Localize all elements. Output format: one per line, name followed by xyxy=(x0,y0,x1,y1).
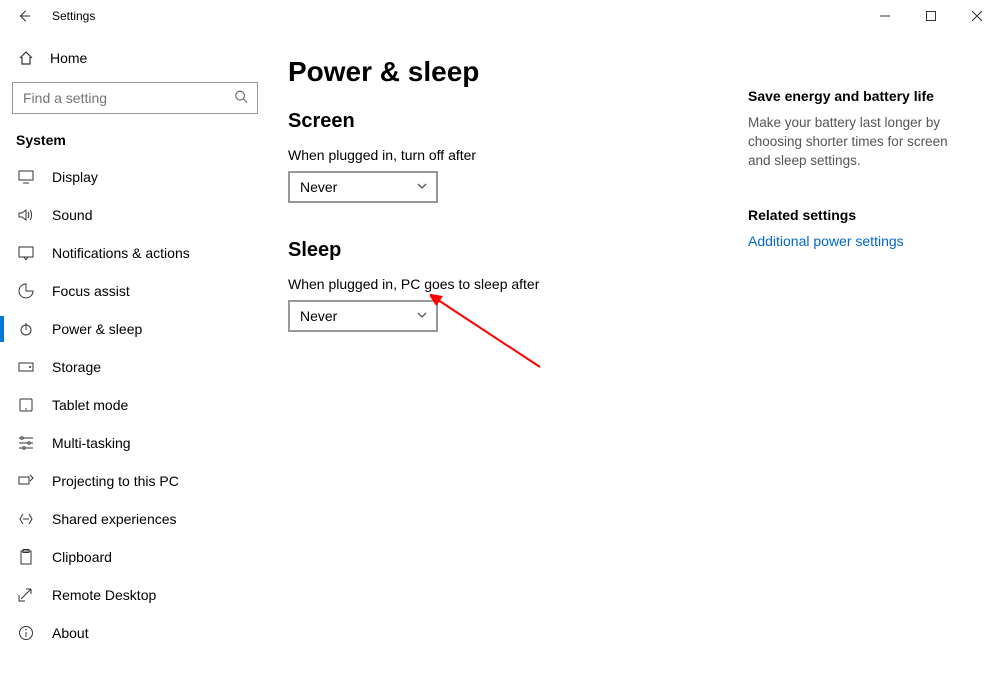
chevron-down-icon xyxy=(416,179,428,195)
back-button[interactable] xyxy=(12,4,36,28)
sidebar-item-multitasking[interactable]: Multi-tasking xyxy=(0,424,270,462)
screen-field-label: When plugged in, turn off after xyxy=(288,147,748,163)
minimize-icon xyxy=(880,11,890,21)
remote-desktop-icon xyxy=(16,588,36,602)
aside-panel: Save energy and battery life Make your b… xyxy=(748,56,958,684)
sidebar-item-about[interactable]: About xyxy=(0,614,270,652)
sound-icon xyxy=(16,208,36,222)
screen-timeout-dropdown[interactable]: Never xyxy=(288,171,438,203)
home-icon xyxy=(16,50,36,66)
sidebar-item-power-sleep[interactable]: Power & sleep xyxy=(0,310,270,348)
energy-heading: Save energy and battery life xyxy=(748,88,958,104)
sleep-timeout-dropdown[interactable]: Never xyxy=(288,300,438,332)
energy-text: Make your battery last longer by choosin… xyxy=(748,114,958,171)
maximize-button[interactable] xyxy=(908,0,954,32)
related-heading: Related settings xyxy=(748,207,958,223)
clipboard-icon xyxy=(16,549,36,565)
sidebar-item-label: Focus assist xyxy=(52,283,130,299)
sleep-timeout-value: Never xyxy=(300,308,337,324)
notifications-icon xyxy=(16,246,36,260)
about-icon xyxy=(16,625,36,641)
home-nav[interactable]: Home xyxy=(0,40,270,76)
page-title: Power & sleep xyxy=(288,56,748,88)
sidebar-item-clipboard[interactable]: Clipboard xyxy=(0,538,270,576)
maximize-icon xyxy=(926,11,936,21)
sidebar-item-label: Notifications & actions xyxy=(52,245,190,261)
sidebar-item-label: Shared experiences xyxy=(52,511,177,527)
window-title: Settings xyxy=(52,9,95,23)
sidebar-item-label: Tablet mode xyxy=(52,397,128,413)
sidebar-item-label: Sound xyxy=(52,207,92,223)
additional-power-settings-link[interactable]: Additional power settings xyxy=(748,233,958,249)
tablet-icon xyxy=(16,398,36,412)
titlebar: Settings xyxy=(0,0,1000,32)
sidebar-item-label: Storage xyxy=(52,359,101,375)
multitasking-icon xyxy=(16,436,36,450)
sidebar-item-tablet-mode[interactable]: Tablet mode xyxy=(0,386,270,424)
sidebar-item-label: Clipboard xyxy=(52,549,112,565)
sidebar-item-display[interactable]: Display xyxy=(0,158,270,196)
chevron-down-icon xyxy=(416,308,428,324)
search-container xyxy=(12,82,258,114)
sidebar-item-storage[interactable]: Storage xyxy=(0,348,270,386)
sidebar-item-remote-desktop[interactable]: Remote Desktop xyxy=(0,576,270,614)
storage-icon xyxy=(16,362,36,372)
focus-assist-icon xyxy=(16,283,36,299)
sidebar-item-label: About xyxy=(52,625,89,641)
sidebar-item-label: Multi-tasking xyxy=(52,435,131,451)
minimize-button[interactable] xyxy=(862,0,908,32)
sidebar-item-notifications[interactable]: Notifications & actions xyxy=(0,234,270,272)
category-heading: System xyxy=(0,126,270,158)
back-arrow-icon xyxy=(17,9,31,23)
display-icon xyxy=(16,170,36,184)
power-icon xyxy=(16,321,36,337)
section-sleep-heading: Sleep xyxy=(288,239,748,262)
sidebar-item-label: Power & sleep xyxy=(52,321,142,337)
main-panel: Power & sleep Screen When plugged in, tu… xyxy=(270,32,1000,684)
sidebar-item-sound[interactable]: Sound xyxy=(0,196,270,234)
sidebar-item-label: Display xyxy=(52,169,98,185)
projecting-icon xyxy=(16,474,36,488)
sidebar-item-label: Remote Desktop xyxy=(52,587,156,603)
window-controls xyxy=(862,0,1000,32)
sidebar-item-label: Projecting to this PC xyxy=(52,473,179,489)
section-screen-heading: Screen xyxy=(288,110,748,133)
home-label: Home xyxy=(50,50,87,66)
sidebar-item-projecting[interactable]: Projecting to this PC xyxy=(0,462,270,500)
content: Power & sleep Screen When plugged in, tu… xyxy=(288,56,748,684)
search-input[interactable] xyxy=(12,82,258,114)
close-button[interactable] xyxy=(954,0,1000,32)
sidebar: Home System Display Sound Notifications … xyxy=(0,32,270,684)
sleep-field-label: When plugged in, PC goes to sleep after xyxy=(288,276,748,292)
close-icon xyxy=(972,11,982,21)
shared-icon xyxy=(16,512,36,526)
sidebar-item-shared-experiences[interactable]: Shared experiences xyxy=(0,500,270,538)
screen-timeout-value: Never xyxy=(300,179,337,195)
sidebar-item-focus-assist[interactable]: Focus assist xyxy=(0,272,270,310)
